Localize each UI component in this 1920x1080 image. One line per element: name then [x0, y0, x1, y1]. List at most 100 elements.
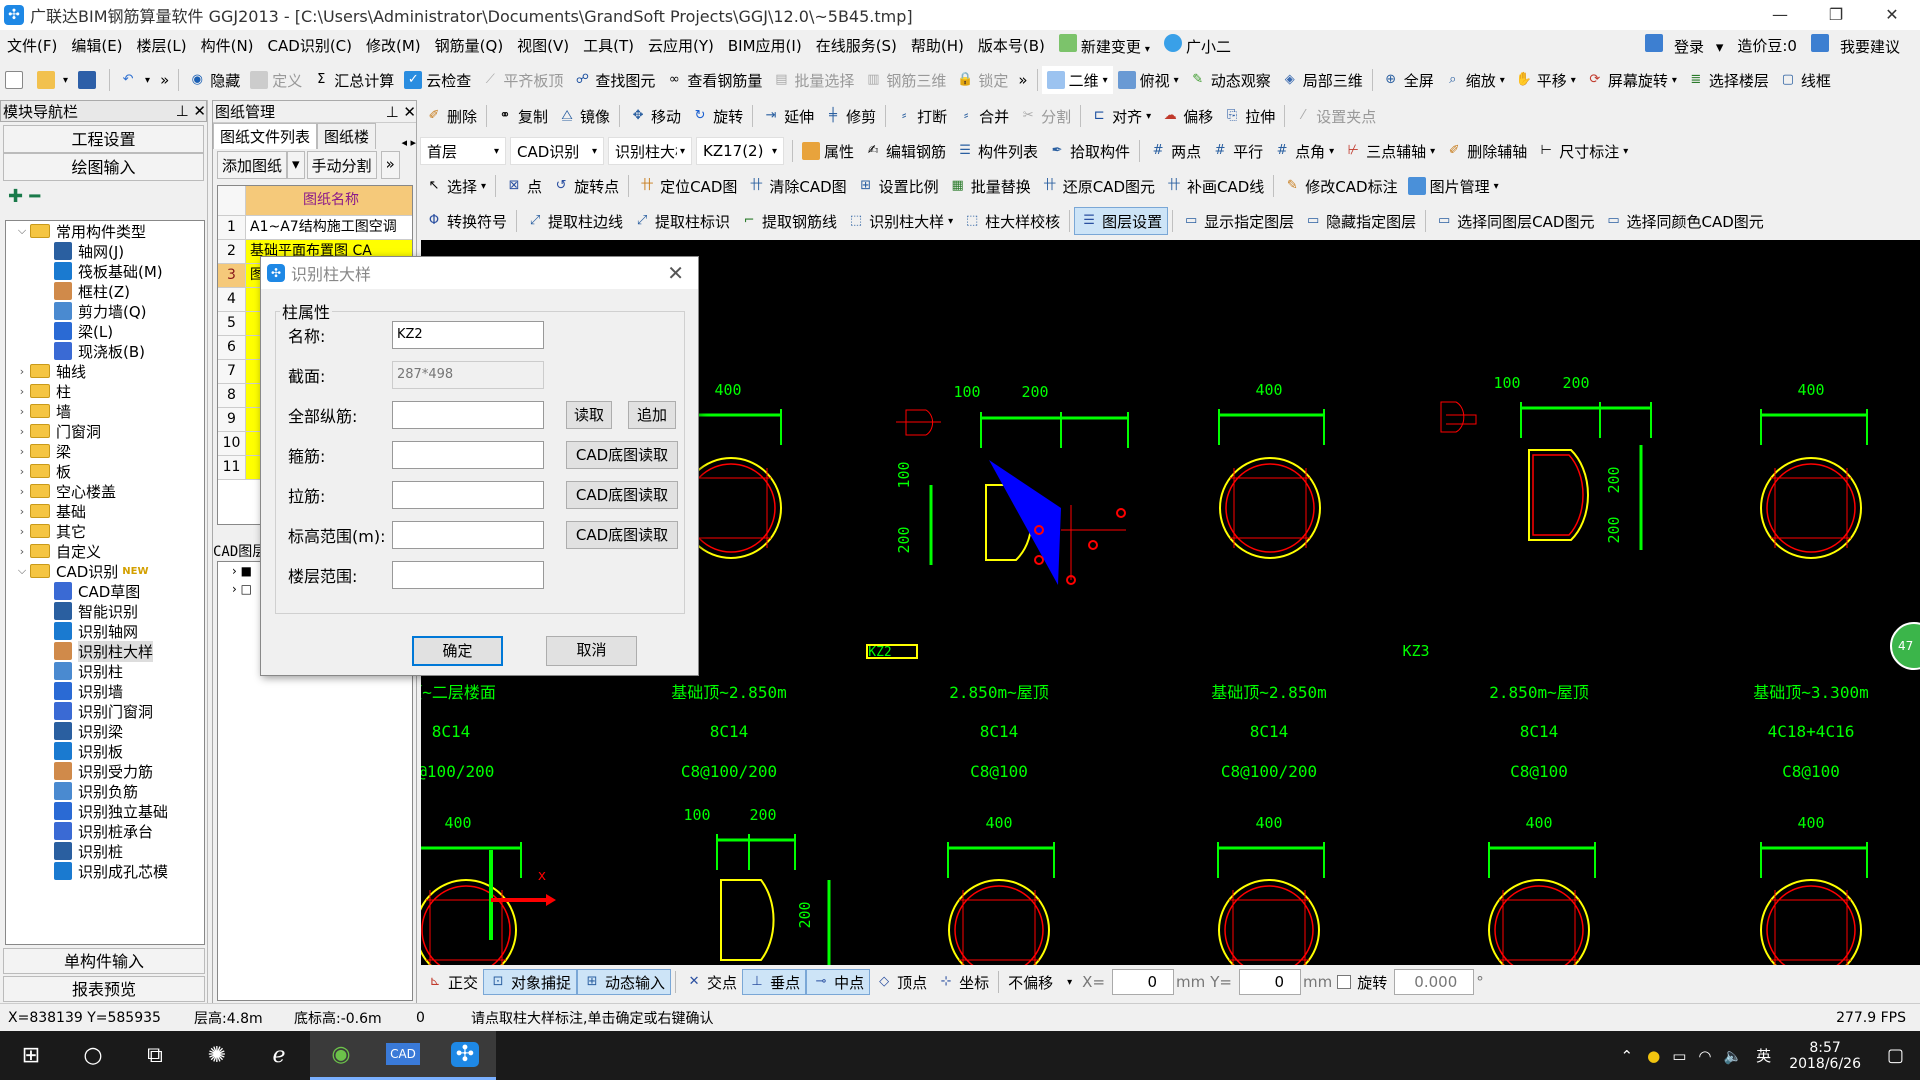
overflow-button[interactable]: » — [380, 151, 400, 179]
toolbar-overflow[interactable]: » — [155, 66, 174, 94]
batch-replace-button[interactable]: ▦ 批量替换 — [944, 172, 1036, 200]
cad-read-tie-button[interactable]: CAD底图读取 — [566, 481, 678, 509]
single-component-input-button[interactable]: 单构件输入 — [3, 948, 205, 974]
define-button[interactable]: 定义 — [245, 66, 307, 94]
notifications-icon[interactable]: ▢ — [1871, 1045, 1920, 1066]
taskbar-app-pinwheel[interactable]: ✺ — [186, 1031, 248, 1080]
chevron-right-icon[interactable]: › — [14, 505, 30, 518]
element-select[interactable]: KZ17(2) ▾ — [696, 137, 784, 165]
menu-cad-recognition[interactable]: CAD识别(C) — [261, 35, 359, 56]
stirrup-input[interactable] — [392, 441, 544, 469]
add-drawing-button[interactable]: 添加图纸 — [217, 151, 288, 179]
select-dropdown[interactable]: ↖ 选择 ▾ — [420, 172, 491, 200]
menu-edit[interactable]: 编辑(E) — [64, 35, 129, 56]
top-view-dropdown[interactable]: 俯视 ▾ — [1113, 66, 1184, 94]
point-button[interactable]: ⊠ 点 — [500, 172, 547, 200]
edit-rebar-button[interactable]: ✍ 编辑钢筋 — [859, 137, 951, 165]
minimize-button[interactable]: — — [1752, 0, 1808, 30]
tree-item[interactable]: › 空心楼盖 — [6, 481, 204, 501]
save-button[interactable] — [73, 66, 105, 94]
batch-select-button[interactable]: ▤ 批量选择 — [767, 66, 859, 94]
task-view-button[interactable]: ⧉ — [124, 1031, 186, 1080]
trim-button[interactable]: ╪ 修剪 — [819, 102, 881, 130]
menu-floor[interactable]: 楼层(L) — [130, 35, 194, 56]
taskbar-app-ie[interactable]: ℯ — [248, 1031, 310, 1080]
mirror-button[interactable]: ⧋ 镜像 — [553, 102, 615, 130]
align-slab-top-button[interactable]: ⟋ 平齐板顶 — [476, 66, 568, 94]
tree-item[interactable]: 轴网(J) — [6, 241, 204, 261]
rotate-point-button[interactable]: ↺ 旋转点 — [547, 172, 624, 200]
table-row[interactable]: 1 A1~A7结构施工图空调 — [218, 216, 412, 240]
pick-component-button[interactable]: ✒ 拾取构件 — [1043, 137, 1135, 165]
tree-item[interactable]: CAD草图 — [6, 581, 204, 601]
undo-button[interactable]: ↶ ▾ — [114, 66, 155, 94]
tree-item[interactable]: 识别板 — [6, 741, 204, 761]
three-point-axis-dropdown[interactable]: ⊬ 三点辅轴 ▾ — [1339, 137, 1440, 165]
rebar-3d-button[interactable]: ▥ 钢筋三维 — [859, 66, 951, 94]
tree-item[interactable]: 识别成孔芯模 — [6, 861, 204, 881]
split-button[interactable]: ✂ 分割 — [1014, 102, 1076, 130]
component-list-button[interactable]: ☰ 构件列表 — [951, 137, 1043, 165]
pin-icon[interactable]: ⊥ — [386, 103, 399, 121]
lock-button[interactable]: 🔒 锁定 — [951, 66, 1013, 94]
object-snap-toggle[interactable]: ⊡ 对象捕捉 — [483, 969, 578, 995]
copy-button[interactable]: ⚭ 复制 — [491, 102, 553, 130]
perpendicular-snap[interactable]: ⊥ 垂点 — [742, 969, 807, 995]
floor-range-input[interactable] — [392, 561, 544, 589]
chevron-right-icon[interactable]: › — [14, 465, 30, 478]
set-grip-button[interactable]: ⁄ 设置夹点 — [1289, 102, 1381, 130]
fullscreen-button[interactable]: ⊕ 全屏 — [1377, 66, 1439, 94]
chevron-right-icon[interactable]: › — [14, 485, 30, 498]
recognize-column-detail-dropdown[interactable]: ⬚ 识别柱大样 ▾ — [842, 207, 958, 235]
view-2d-dropdown[interactable]: 二维 ▾ — [1041, 66, 1113, 94]
taskbar-app-glodon[interactable]: ✣ — [434, 1031, 496, 1080]
expand-all-icon[interactable]: ✚ — [8, 186, 23, 207]
show-layer-button[interactable]: ▭ 显示指定图层 — [1177, 207, 1299, 235]
menu-online-service[interactable]: 在线服务(S) — [809, 35, 904, 56]
tree-item[interactable]: 识别门窗洞 — [6, 701, 204, 721]
tree-item[interactable]: 识别桩 — [6, 841, 204, 861]
set-scale-button[interactable]: ⊞ 设置比例 — [852, 172, 944, 200]
close-button[interactable]: ✕ — [1864, 0, 1920, 30]
x-input[interactable]: 0 — [1112, 969, 1175, 995]
tree-item[interactable]: › 基础 — [6, 501, 204, 521]
summary-calc-button[interactable]: Σ 汇总计算 — [307, 66, 399, 94]
name-input[interactable]: KZ2 — [392, 321, 544, 349]
menu-rebar-quantity[interactable]: 钢筋量(Q) — [428, 35, 511, 56]
tie-bar-input[interactable] — [392, 481, 544, 509]
rotate-button[interactable]: ↻ 旋转 — [686, 102, 748, 130]
search-button[interactable]: ○ — [62, 1031, 124, 1080]
tree-item[interactable]: 识别梁 — [6, 721, 204, 741]
chevron-right-icon[interactable]: › — [14, 365, 30, 378]
new-file-button[interactable] — [0, 66, 32, 94]
tree-item[interactable]: › 其它 — [6, 521, 204, 541]
offset-mode-select[interactable]: 不偏移 ▾ — [1003, 969, 1077, 995]
coordinate-snap[interactable]: ⊹ 坐标 — [932, 969, 994, 995]
intersection-snap[interactable]: ✕ 交点 — [680, 969, 742, 995]
tree-item[interactable]: › 轴线 — [6, 361, 204, 381]
cad-read-elevation-button[interactable]: CAD底图读取 — [566, 521, 678, 549]
clear-cad-button[interactable]: 卄清除CAD图 — [742, 172, 851, 200]
tree-item[interactable]: 剪力墙(Q) — [6, 301, 204, 321]
menu-modify[interactable]: 修改(M) — [359, 35, 428, 56]
tray-app-icon[interactable]: ● — [1641, 1047, 1666, 1065]
rotate-angle-input[interactable]: 0.000 — [1394, 969, 1475, 995]
tree-item[interactable]: 智能识别 — [6, 601, 204, 621]
component-tree[interactable]: ⌵ 常用构件类型 轴网(J) 筏板基础(M) 框柱(Z) 剪力墙(Q) 梁(L) 现浇板(B)… — [5, 220, 205, 945]
ime-indicator[interactable]: 英 — [1748, 1045, 1779, 1066]
tree-item[interactable]: 识别受力筋 — [6, 761, 204, 781]
append-button[interactable]: 追加 — [628, 401, 676, 429]
select-same-layer-button[interactable]: ▭ 选择同图层CAD图元 — [1430, 207, 1599, 235]
merge-button[interactable]: ⸗ 合并 — [952, 102, 1014, 130]
tree-item[interactable]: › 墙 — [6, 401, 204, 421]
tree-item[interactable]: 识别桩承台 — [6, 821, 204, 841]
tab-scroll-arrows[interactable]: ◂ ▸ — [401, 136, 416, 149]
tree-item[interactable]: ⌵ CAD识别 NEW — [6, 561, 204, 581]
login-button[interactable]: 登录 ▾ — [1638, 33, 1730, 57]
dynamic-view-button[interactable]: ✎ 动态观察 — [1184, 66, 1276, 94]
tree-item[interactable]: › 梁 — [6, 441, 204, 461]
view-rebar-button[interactable]: ∞ 查看钢筋量 — [660, 66, 767, 94]
manual-split-button[interactable]: 手动分割 — [306, 151, 377, 179]
tree-item[interactable]: ⌵ 常用构件类型 — [6, 221, 204, 241]
screen-rotate-dropdown[interactable]: ⟳ 屏幕旋转 ▾ — [1581, 66, 1682, 94]
